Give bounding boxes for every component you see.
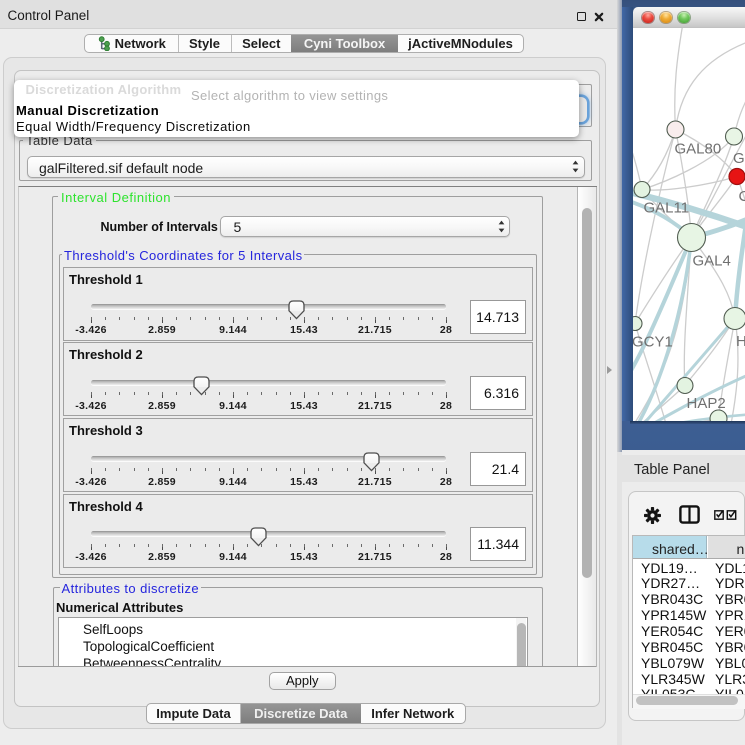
svg-text:H: H xyxy=(736,333,745,350)
svg-text:GAL4: GAL4 xyxy=(692,252,730,269)
svg-text:C: C xyxy=(738,188,745,205)
svg-text:GAL11: GAL11 xyxy=(643,199,689,216)
svg-text:HAP2: HAP2 xyxy=(686,395,725,412)
svg-text:GCY1: GCY1 xyxy=(633,333,673,350)
svg-text:G.: G. xyxy=(733,150,745,167)
svg-text:GAL80: GAL80 xyxy=(674,140,721,157)
